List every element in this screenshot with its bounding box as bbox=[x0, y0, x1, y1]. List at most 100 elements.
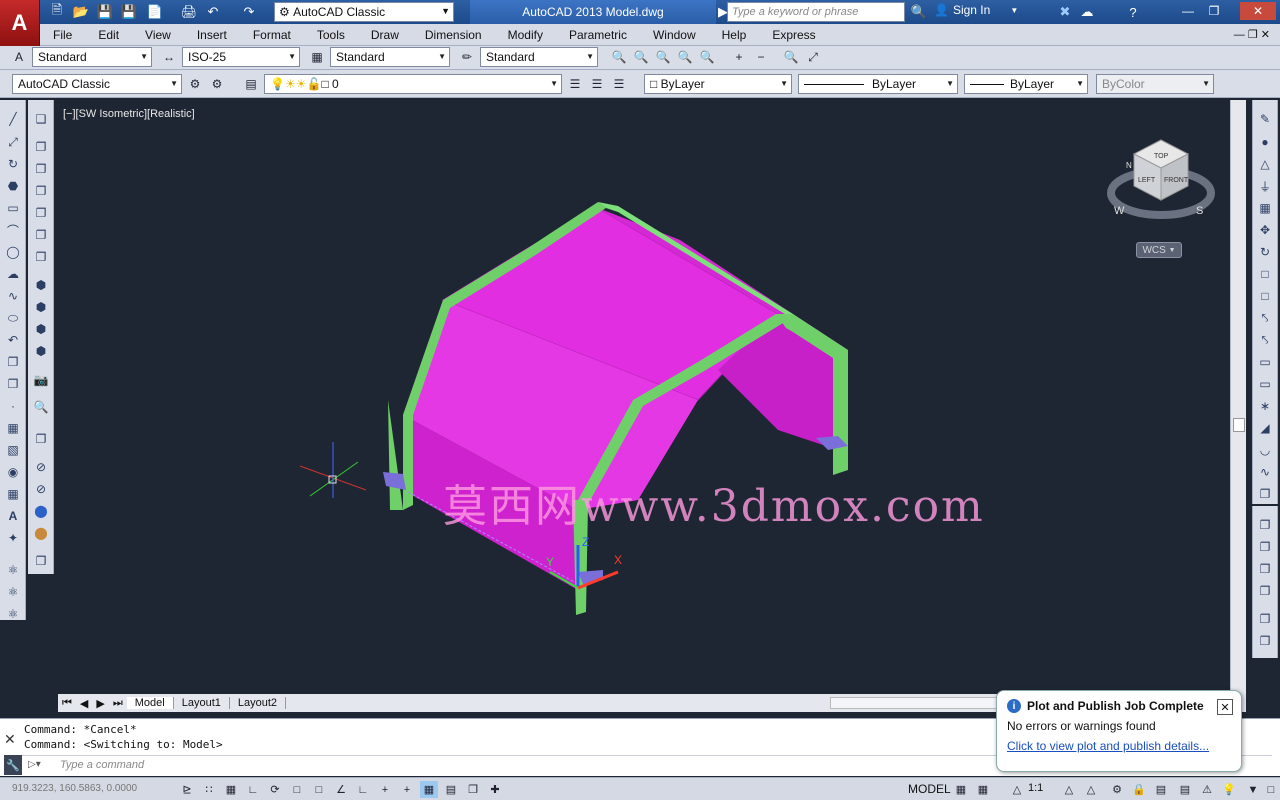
model-viewport[interactable]: [−][SW Isometric][Realistic] Z X Y 莫西网ww… bbox=[58, 100, 1230, 694]
tab-layout2[interactable]: Layout2 bbox=[230, 697, 287, 709]
scroll-thumb[interactable] bbox=[1233, 418, 1245, 432]
notification-close-button[interactable]: ✕ bbox=[1217, 699, 1233, 715]
viewcube[interactable]: TOP LEFT FRONT W S N WCS ▼ bbox=[1106, 138, 1216, 258]
subtract-icon[interactable]: ⊘ bbox=[32, 458, 50, 476]
quick-properties-icon[interactable]: ▤ bbox=[442, 781, 460, 798]
annotation-scale-icon[interactable]: △ bbox=[1008, 781, 1026, 798]
lineweight-toggle-icon[interactable]: + bbox=[398, 781, 416, 798]
insert-block-icon[interactable]: ❐ bbox=[4, 353, 22, 371]
rotate-icon[interactable]: ↻ bbox=[1256, 243, 1274, 261]
copy-icon[interactable]: ● bbox=[1256, 133, 1274, 151]
mleader-style-icon[interactable]: ✏ bbox=[458, 48, 476, 66]
zoom-lens-icon[interactable]: 🔍 bbox=[32, 398, 50, 416]
object-snap-tracking-icon[interactable]: ∠ bbox=[332, 781, 350, 798]
menu-insert[interactable]: Insert bbox=[184, 28, 240, 42]
workspace-selector[interactable]: ⚙ AutoCAD Classic ▼ bbox=[274, 2, 454, 22]
annotation-scale-value[interactable]: 1:1 bbox=[1028, 782, 1043, 794]
clean-screen-icon[interactable]: □ bbox=[1262, 781, 1280, 798]
zoom-scale-icon[interactable]: 🔍 bbox=[676, 48, 694, 66]
polygon-icon[interactable]: ⬣ bbox=[4, 177, 22, 195]
menu-express[interactable]: Express bbox=[759, 28, 828, 42]
menu-draw[interactable]: Draw bbox=[358, 28, 412, 42]
menu-view[interactable]: View bbox=[132, 28, 184, 42]
sweep-icon[interactable]: ⬢ bbox=[32, 320, 50, 338]
zoom-extents-icon[interactable]: ⤢ bbox=[804, 48, 822, 66]
tab-layout1[interactable]: Layout1 bbox=[174, 697, 230, 709]
wedge-icon[interactable]: ❐ bbox=[32, 160, 50, 178]
union-icon[interactable]: ❐ bbox=[32, 430, 50, 448]
add-selected-icon[interactable]: ✦ bbox=[4, 529, 22, 547]
menu-window[interactable]: Window bbox=[640, 28, 709, 42]
polysolid-icon[interactable]: ❑ bbox=[32, 110, 50, 128]
vertical-scrollbar[interactable] bbox=[1230, 100, 1246, 694]
gradient-icon[interactable]: ▧ bbox=[4, 441, 22, 459]
menu-help[interactable]: Help bbox=[709, 28, 760, 42]
menu-format[interactable]: Format bbox=[240, 28, 304, 42]
cylinder-icon[interactable]: ❐ bbox=[32, 226, 50, 244]
dim-style-select[interactable]: ISO-25 ▼ bbox=[182, 47, 300, 67]
scale-icon[interactable]: □ bbox=[1256, 265, 1274, 283]
circle-icon[interactable]: ◯ bbox=[4, 243, 22, 261]
close-button[interactable]: ✕ bbox=[1240, 2, 1276, 20]
menu-tools[interactable]: Tools bbox=[304, 28, 358, 42]
construction-line-icon[interactable]: ⤢ bbox=[4, 133, 22, 151]
autoscale-icon[interactable]: △ bbox=[1082, 781, 1100, 798]
revision-cloud-icon[interactable]: ☁ bbox=[4, 265, 22, 283]
line-icon[interactable]: ╱ bbox=[4, 110, 22, 128]
redo-icon[interactable]: ↷ bbox=[240, 3, 258, 21]
layer-select[interactable]: 💡 ☀ ☀ 🔓 □ 0 ▼ bbox=[264, 74, 562, 94]
mirror-icon[interactable]: △ bbox=[1256, 155, 1274, 173]
arc-icon[interactable]: ⌒ bbox=[4, 221, 22, 239]
presspull-icon[interactable]: ⬢ bbox=[32, 298, 50, 316]
polar-tracking-icon[interactable]: ⟳ bbox=[266, 781, 284, 798]
polyline-icon[interactable]: ↻ bbox=[4, 155, 22, 173]
extend-icon[interactable]: ⤣ bbox=[1256, 331, 1274, 349]
isolate-lightbulb-icon[interactable]: 💡 bbox=[1220, 781, 1238, 798]
hardware-acceleration-icon[interactable]: ▤ bbox=[1152, 781, 1170, 798]
minimize-button[interactable]: — bbox=[1176, 2, 1200, 20]
region-icon[interactable]: ◉ bbox=[4, 463, 22, 481]
spline-icon[interactable]: ∿ bbox=[4, 287, 22, 305]
save-icon[interactable]: 💾 bbox=[96, 3, 114, 21]
blue-sphere-icon[interactable]: ⬤ bbox=[32, 502, 50, 520]
publish-icon[interactable]: 📄 bbox=[146, 3, 164, 21]
coordinates-readout[interactable]: 919.3223, 160.5863, 0.0000 bbox=[12, 783, 137, 794]
workspace-switching-icon[interactable]: ⚙ bbox=[1108, 781, 1126, 798]
menu-modify[interactable]: Modify bbox=[495, 28, 556, 42]
layer-state-icon[interactable]: ☰ bbox=[610, 75, 628, 93]
extrude-icon[interactable]: ⬢ bbox=[32, 276, 50, 294]
plot-style-select[interactable]: ByColor ▼ bbox=[1096, 74, 1214, 94]
application-menu-button[interactable]: A bbox=[0, 0, 40, 46]
break-icon[interactable]: ▭ bbox=[1256, 375, 1274, 393]
zoom-window-icon[interactable]: 🔍 bbox=[632, 48, 650, 66]
layer-properties-icon[interactable]: ▤ bbox=[242, 75, 260, 93]
menu-file[interactable]: File bbox=[40, 28, 85, 42]
dynamic-ucs-icon[interactable]: ∟ bbox=[354, 781, 372, 798]
binoculars-icon[interactable]: 🔍 bbox=[910, 3, 928, 21]
text-style-icon[interactable]: A bbox=[10, 48, 28, 66]
render-sphere-icon[interactable]: ⬤ bbox=[32, 524, 50, 542]
bring-above-icon[interactable]: ❐ bbox=[1256, 560, 1274, 578]
save-as-icon[interactable]: 💾 bbox=[120, 3, 138, 21]
close-command-icon[interactable]: ✕ bbox=[4, 731, 16, 748]
torus-icon[interactable]: ❐ bbox=[32, 248, 50, 266]
continuous-orbit-icon[interactable]: ⚛ bbox=[4, 605, 22, 623]
box-icon[interactable]: ❐ bbox=[32, 138, 50, 156]
mleader-style-select[interactable]: Standard ▼ bbox=[480, 47, 598, 67]
doc-window-controls[interactable]: — ❐ ✕ bbox=[1234, 28, 1270, 41]
workspace-settings-2-icon[interactable]: ⚙ bbox=[208, 75, 226, 93]
model-space-button[interactable]: MODEL bbox=[908, 782, 951, 796]
grid-display-icon[interactable]: ▦ bbox=[222, 781, 240, 798]
break-at-point-icon[interactable]: ▭ bbox=[1256, 353, 1274, 371]
isolate-objects-icon[interactable]: ⚠ bbox=[1198, 781, 1216, 798]
quick-view-drawings-icon[interactable]: ▦ bbox=[974, 781, 992, 798]
table-style-icon[interactable]: ▦ bbox=[308, 48, 326, 66]
orbit-icon[interactable]: ⚛ bbox=[4, 561, 22, 579]
zoom-in-icon[interactable]: + bbox=[730, 48, 748, 66]
workspace-settings-icon[interactable]: ⚙ bbox=[186, 75, 204, 93]
annotation-monitor-icon[interactable]: ✚ bbox=[486, 781, 504, 798]
zoom-all-icon[interactable]: 🔍 bbox=[782, 48, 800, 66]
infer-constraints-icon[interactable]: ⊵ bbox=[178, 781, 196, 798]
intersect-icon[interactable]: ⊘ bbox=[32, 480, 50, 498]
camera-icon[interactable]: 📷 bbox=[32, 371, 50, 389]
